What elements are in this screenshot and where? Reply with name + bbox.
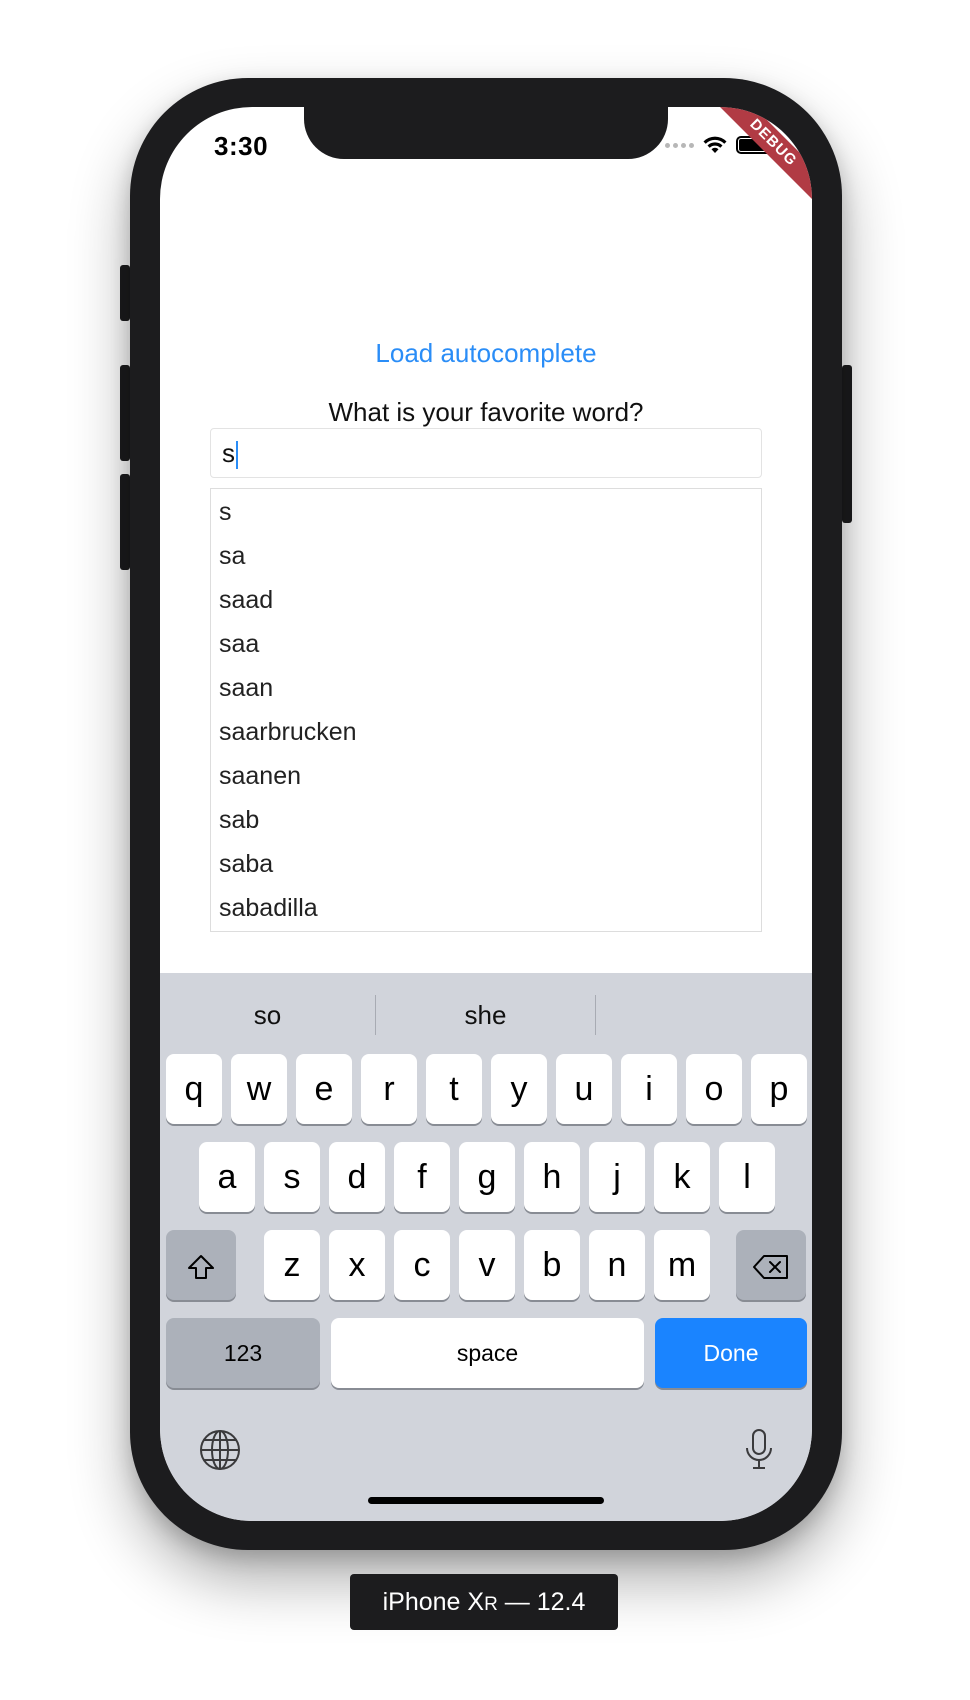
key-y[interactable]: y: [491, 1054, 547, 1124]
key-j[interactable]: j: [589, 1142, 645, 1212]
suggestion-item[interactable]: saba: [211, 842, 761, 886]
key-v[interactable]: v: [459, 1230, 515, 1300]
device-label-model-suffix: R: [484, 1594, 498, 1615]
key-p[interactable]: p: [751, 1054, 807, 1124]
key-f[interactable]: f: [394, 1142, 450, 1212]
key-x[interactable]: x: [329, 1230, 385, 1300]
key-h[interactable]: h: [524, 1142, 580, 1212]
delete-key[interactable]: [736, 1230, 806, 1300]
shift-key[interactable]: [166, 1230, 236, 1300]
space-key[interactable]: space: [331, 1318, 644, 1388]
numbers-key[interactable]: 123: [166, 1318, 320, 1388]
notch: [304, 107, 668, 159]
device-label: iPhone XR — 12.4: [350, 1574, 618, 1630]
key-w[interactable]: w: [231, 1054, 287, 1124]
prediction-empty[interactable]: [596, 973, 812, 1055]
shift-arrow-icon: [188, 1255, 214, 1280]
backspace-icon: [753, 1255, 788, 1280]
key-b[interactable]: b: [524, 1230, 580, 1300]
key-d[interactable]: d: [329, 1142, 385, 1212]
key-n[interactable]: n: [589, 1230, 645, 1300]
load-autocomplete-button[interactable]: Load autocomplete: [160, 338, 812, 369]
predictive-text-bar: so she: [160, 973, 812, 1055]
key-z[interactable]: z: [264, 1230, 320, 1300]
key-e[interactable]: e: [296, 1054, 352, 1124]
mute-switch: [120, 265, 130, 321]
key-o[interactable]: o: [686, 1054, 742, 1124]
home-indicator[interactable]: [368, 1497, 604, 1504]
suggestion-item[interactable]: saanen: [211, 754, 761, 798]
suggestion-item[interactable]: sab: [211, 798, 761, 842]
text-caret: [236, 441, 238, 470]
suggestion-item[interactable]: saad: [211, 578, 761, 622]
phone-screen: 3:30 DEBUG Load autocomplete What is you…: [160, 107, 812, 1521]
suggestion-item[interactable]: saa: [211, 622, 761, 666]
favorite-word-label: What is your favorite word?: [328, 397, 644, 427]
key-u[interactable]: u: [556, 1054, 612, 1124]
key-i[interactable]: i: [621, 1054, 677, 1124]
key-m[interactable]: m: [654, 1230, 710, 1300]
key-a[interactable]: a: [199, 1142, 255, 1212]
volume-down-button: [120, 474, 130, 570]
key-l[interactable]: l: [719, 1142, 775, 1212]
input-value: s: [222, 438, 235, 468]
device-label-model: iPhone X: [382, 1588, 485, 1616]
suggestion-item[interactable]: sa: [211, 534, 761, 578]
globe-icon[interactable]: [198, 1428, 242, 1472]
suggestion-item[interactable]: saarbrucken: [211, 710, 761, 754]
prediction-so[interactable]: so: [160, 973, 375, 1055]
device-label-version: — 12.4: [497, 1588, 586, 1616]
done-key[interactable]: Done: [655, 1318, 807, 1388]
autocomplete-suggestions: s sa saad saa saan saarbrucken saanen sa…: [210, 488, 762, 932]
cellular-signal-icon: [665, 142, 694, 148]
suggestion-item[interactable]: sabadilla: [211, 886, 761, 930]
volume-up-button: [120, 365, 130, 461]
status-time: 3:30: [214, 131, 269, 161]
wifi-icon: [703, 136, 727, 153]
suggestion-item[interactable]: saan: [211, 666, 761, 710]
key-r[interactable]: r: [361, 1054, 417, 1124]
prediction-she[interactable]: she: [376, 973, 595, 1055]
key-t[interactable]: t: [426, 1054, 482, 1124]
key-c[interactable]: c: [394, 1230, 450, 1300]
favorite-word-input[interactable]: s: [210, 428, 762, 478]
microphone-icon[interactable]: [744, 1428, 774, 1472]
suggestion-item[interactable]: s: [211, 490, 761, 534]
ios-keyboard: so she 123 space Done q w e r t y u i o …: [160, 973, 812, 1521]
key-s[interactable]: s: [264, 1142, 320, 1212]
key-k[interactable]: k: [654, 1142, 710, 1212]
key-g[interactable]: g: [459, 1142, 515, 1212]
power-button: [842, 365, 852, 523]
key-q[interactable]: q: [166, 1054, 222, 1124]
